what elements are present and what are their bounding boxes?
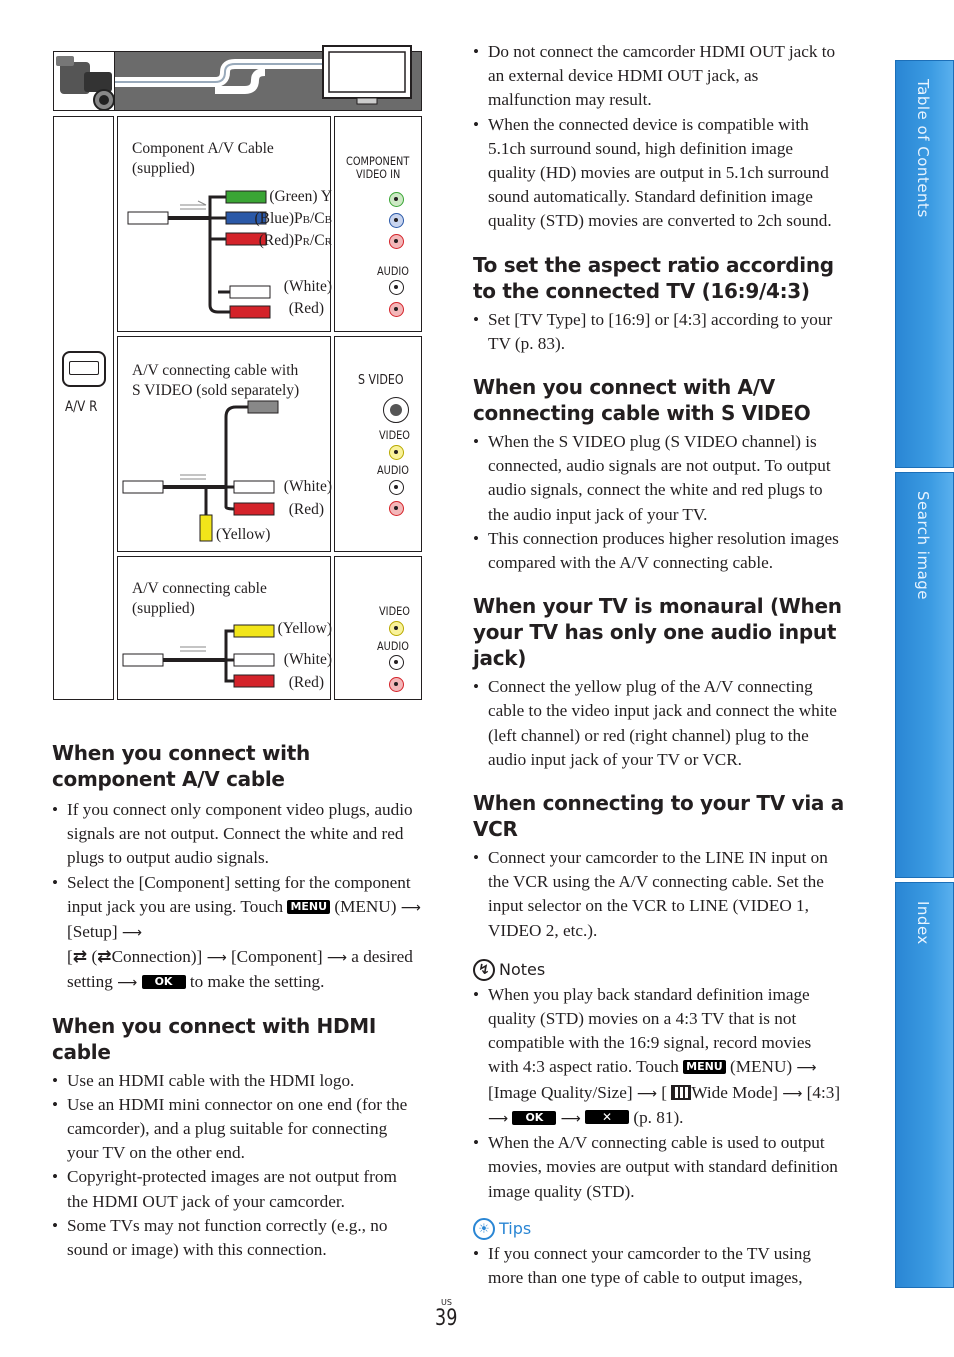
arrow-icon: ⟶ xyxy=(782,1085,803,1102)
plug-label-yellow: (Yellow) xyxy=(216,526,271,543)
plug-label-green: (Green) Y xyxy=(269,188,332,205)
component-tv-jacks: COMPONENT VIDEO IN AUDIO xyxy=(334,116,422,332)
av-tv-jacks: VIDEO AUDIO xyxy=(334,556,422,700)
camcorder-jack-panel: A/V R xyxy=(53,116,114,700)
notes-heading: ↯ Notes xyxy=(473,958,845,981)
arrow-icon: ⟶ xyxy=(121,925,142,942)
list-item: Some TVs may not function correctly (e.g… xyxy=(52,1214,422,1262)
jack-audio-white xyxy=(389,280,404,295)
list-item: When you play back standard definition i… xyxy=(473,983,845,1131)
hdmi-bullets: Use an HDMI cable with the HDMI logo. Us… xyxy=(52,1069,422,1263)
jack-video-yellow xyxy=(389,621,404,636)
heading-aspect-ratio: To set the aspect ratio according to the… xyxy=(473,252,834,303)
plug-label-red: (Red) xyxy=(288,674,324,691)
arrow-icon: ⟶ xyxy=(636,1085,657,1102)
right-column: Do not connect the camcorder HDMI OUT ja… xyxy=(473,40,845,1290)
arrow-icon: ⟶ xyxy=(326,950,347,967)
list-item: When the S VIDEO plug (S VIDEO channel) … xyxy=(473,430,845,527)
arrow-icon: ⟶ xyxy=(488,1110,509,1127)
tab-index[interactable]: Index xyxy=(895,882,954,1288)
arrow-icon: ⟶ xyxy=(560,1110,581,1127)
connection-icon: ⇄ xyxy=(72,947,88,968)
notes-bullets: When you play back standard definition i… xyxy=(473,983,845,1204)
tv-illustration xyxy=(321,44,413,106)
menu-button-icon: MENU xyxy=(287,899,331,914)
list-item: Use an HDMI cable with the HDMI logo. xyxy=(52,1069,422,1093)
arrow-icon: ⟶ xyxy=(206,950,227,967)
notes-icon: ↯ xyxy=(473,958,495,981)
av-cable-box: A/V connecting cable (supplied) (Yellow)… xyxy=(117,556,332,700)
svideo-cable-label: A/V connecting cable with S VIDEO (sold … xyxy=(132,362,300,399)
close-button-icon: ✕ xyxy=(585,1109,630,1124)
monaural-bullets: Connect the yellow plug of the A/V conne… xyxy=(473,675,845,772)
plug-label-red-audio: (Red) xyxy=(288,300,324,317)
jack-audio-white xyxy=(389,655,404,670)
plug-label-blue: (Blue)PB/CB xyxy=(254,210,332,227)
hdmi-continued-bullets: Do not connect the camcorder HDMI OUT ja… xyxy=(473,40,845,234)
page-number: 39 xyxy=(435,1306,458,1331)
ok-button-icon: OK xyxy=(512,1110,557,1125)
jack-y-green xyxy=(389,192,404,207)
heading-component: When you connect with component A/V cabl… xyxy=(52,741,310,791)
jack-audio-white xyxy=(389,480,404,495)
list-item: Use an HDMI mini connector on one end (f… xyxy=(52,1093,422,1166)
connection-icon: ⇄ xyxy=(97,947,112,968)
av-r-jack-icon xyxy=(62,351,106,387)
plug-label-white: (White) xyxy=(283,651,332,668)
connection-diagram: A/V R Component A/V Cable (supplied) (Gr… xyxy=(53,44,423,700)
jack-video-yellow xyxy=(389,445,404,460)
av-cable-label: A/V connecting cable (supplied) xyxy=(132,580,267,617)
svideo-tv-jacks: S VIDEO VIDEO AUDIO xyxy=(334,336,422,552)
list-item: If you connect only component video plug… xyxy=(52,798,422,871)
left-column: When you connect with component A/V cabl… xyxy=(52,740,422,1262)
arrow-icon: ⟶ xyxy=(796,1060,817,1077)
jack-audio-red xyxy=(389,302,404,317)
svideo-cable-box: A/V connecting cable with S VIDEO (sold … xyxy=(117,336,332,552)
heading-monaural: When your TV is monaural (When your TV h… xyxy=(473,594,842,671)
plug-label-red: (Red)PR/CR xyxy=(258,232,332,249)
lightbulb-icon: ☀ xyxy=(473,1217,495,1240)
heading-vcr: When connecting to your TV via a VCR xyxy=(473,791,844,842)
list-item: Select the [Component] setting for the c… xyxy=(52,871,422,996)
aspect-bullets: Set [TV Type] to [16:9] or [4:3] accordi… xyxy=(473,308,845,356)
wide-mode-icon xyxy=(671,1084,692,1100)
list-item: Copyright-protected images are not outpu… xyxy=(52,1165,422,1213)
ok-button-icon: OK xyxy=(141,975,186,990)
svideo-bullets: When the S VIDEO plug (S VIDEO channel) … xyxy=(473,430,845,575)
list-item: Connect your camcorder to the LINE IN in… xyxy=(473,846,845,943)
vcr-bullets: Connect your camcorder to the LINE IN in… xyxy=(473,846,845,943)
heading-hdmi: When you connect with HDMI cable xyxy=(52,1013,377,1064)
tips-heading: ☀ Tips xyxy=(473,1217,845,1240)
jack-audio-red xyxy=(389,501,404,516)
list-item: If you connect your camcorder to the TV … xyxy=(473,1242,845,1290)
jack-pr-red xyxy=(389,234,404,249)
tips-bullets: If you connect your camcorder to the TV … xyxy=(473,1242,845,1290)
plug-label-white: (White) xyxy=(283,278,332,295)
tab-search-image[interactable]: Search image xyxy=(895,472,954,878)
tab-table-of-contents[interactable]: Table of Contents xyxy=(895,60,954,468)
heading-svideo: When you connect with A/V connecting cab… xyxy=(473,375,811,426)
jack-svideo xyxy=(383,397,409,423)
component-bullets: If you connect only component video plug… xyxy=(52,798,422,996)
component-cable-box: Component A/V Cable (supplied) (Green) Y… xyxy=(117,116,332,332)
cable-illustration xyxy=(115,52,330,110)
av-r-label: A/V R xyxy=(65,399,98,415)
plug-label-white: (White) xyxy=(283,478,332,495)
jack-pb-blue xyxy=(389,213,404,228)
plug-label-yellow: (Yellow) xyxy=(277,620,332,637)
component-cable-label: Component A/V Cable (supplied) xyxy=(132,140,274,177)
menu-button-icon: MENU xyxy=(683,1060,726,1075)
list-item: Set [TV Type] to [16:9] or [4:3] accordi… xyxy=(473,308,845,356)
jack-audio-red xyxy=(389,677,404,692)
list-item: Connect the yellow plug of the A/V conne… xyxy=(473,675,845,772)
list-item: Do not connect the camcorder HDMI OUT ja… xyxy=(473,40,845,113)
list-item: This connection produces higher resoluti… xyxy=(473,527,845,575)
arrow-icon: ⟶ xyxy=(400,899,421,916)
plug-label-red: (Red) xyxy=(288,501,324,518)
camcorder-illustration xyxy=(53,51,115,111)
list-item: When the connected device is compatible … xyxy=(473,113,845,234)
arrow-icon: ⟶ xyxy=(117,975,138,992)
list-item: When the A/V connecting cable is used to… xyxy=(473,1131,845,1204)
